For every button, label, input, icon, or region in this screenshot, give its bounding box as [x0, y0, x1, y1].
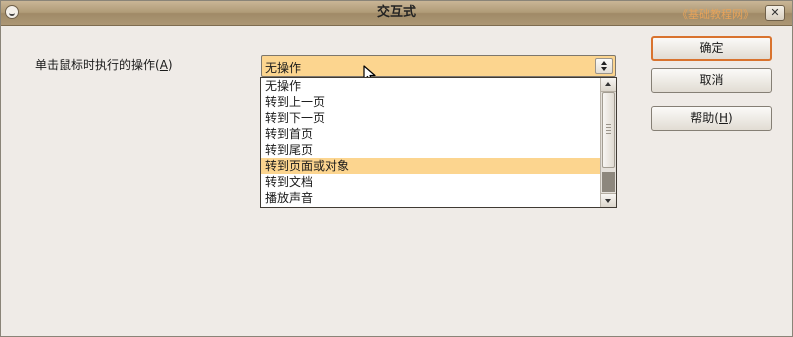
scrollbar-track-segment[interactable]	[602, 172, 615, 192]
dropdown-option[interactable]: 无操作	[261, 78, 600, 94]
scroll-up-arrow-icon[interactable]	[601, 78, 616, 92]
action-dropdown-list[interactable]: 无操作 转到上一页 转到下一页 转到首页 转到尾页 转到页面或对象 转到文档 播放声音	[260, 77, 617, 208]
help-label-close: )	[728, 111, 733, 125]
dropdown-option[interactable]: 转到上一页	[261, 94, 600, 110]
dropdown-option[interactable]: 转到页面或对象	[261, 158, 600, 174]
up-down-arrows-icon[interactable]	[595, 58, 613, 74]
help-label: 帮助(	[690, 111, 719, 125]
option-list: 无操作 转到上一页 转到下一页 转到首页 转到尾页 转到页面或对象 转到文档 播放声音	[261, 78, 600, 206]
close-button[interactable]: ✕	[765, 5, 785, 21]
action-label-mnemonic: A	[159, 58, 168, 72]
dropdown-option[interactable]: 播放声音	[261, 190, 600, 206]
action-combobox[interactable]: 无操作	[261, 55, 616, 77]
ok-button[interactable]: 确定	[651, 36, 772, 61]
action-label-close: )	[167, 58, 173, 72]
action-label-text: 单击鼠标时执行的操作(	[35, 58, 160, 72]
scroll-down-arrow-icon[interactable]	[601, 193, 616, 207]
action-label: 单击鼠标时执行的操作(A)	[35, 56, 173, 73]
dialog-title: 交互式	[376, 5, 416, 20]
help-mnemonic: H	[718, 111, 729, 125]
dropdown-scrollbar[interactable]	[600, 78, 616, 207]
close-icon: ✕	[770, 6, 780, 19]
scrollbar-thumb[interactable]	[602, 92, 615, 168]
dropdown-option[interactable]: 转到下一页	[261, 110, 600, 126]
dropdown-option[interactable]: 转到尾页	[261, 142, 600, 158]
combobox-value: 无操作	[265, 61, 302, 75]
watermark-text: 《基础教程网》	[677, 8, 754, 21]
dropdown-option[interactable]: 转到文档	[261, 174, 600, 190]
help-button[interactable]: 帮助(H)	[651, 106, 772, 131]
cancel-button[interactable]: 取消	[651, 68, 772, 93]
title-bar[interactable]: 交互式 《基础教程网》 ✕	[1, 1, 792, 26]
dropdown-option[interactable]: 转到首页	[261, 126, 600, 142]
interaction-dialog: 交互式 《基础教程网》 ✕ 单击鼠标时执行的操作(A) 无操作 无操作 转到上一页…	[0, 0, 793, 337]
